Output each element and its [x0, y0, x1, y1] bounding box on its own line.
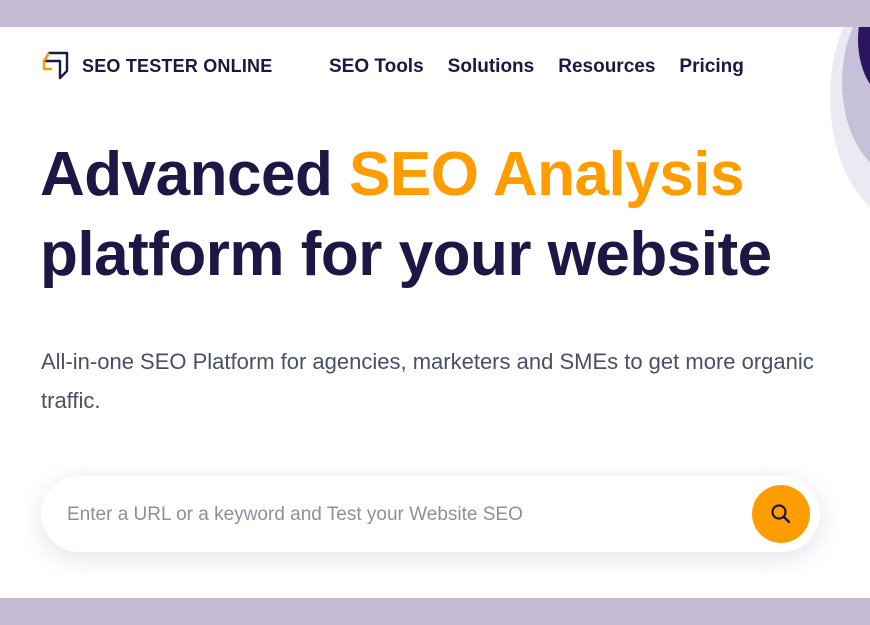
nav-item-resources[interactable]: Resources [558, 56, 655, 78]
page: SEO TESTER ONLINE SEO Tools Solutions Re… [0, 27, 870, 598]
box-arrow-logo-icon [42, 51, 69, 80]
nav-item-pricing[interactable]: Pricing [679, 56, 743, 78]
search-input[interactable] [65, 494, 729, 536]
hero-title-accent: SEO Analysis [349, 140, 744, 209]
top-frame-bar [0, 0, 870, 27]
hero-title: Advanced SEO Analysis platform for your w… [40, 135, 772, 295]
nav-item-seo-tools[interactable]: SEO Tools [329, 56, 424, 78]
search-bar [41, 476, 820, 552]
brand-logo[interactable]: SEO TESTER ONLINE [40, 49, 272, 83]
bottom-frame-bar [0, 598, 870, 625]
main-nav: SEO Tools Solutions Resources Pricing [329, 56, 744, 78]
nav-item-solutions[interactable]: Solutions [448, 56, 535, 78]
search-button[interactable] [752, 485, 810, 543]
search-icon [771, 504, 791, 524]
hero-subtitle: All-in-one SEO Platform for agencies, ma… [41, 349, 814, 413]
site-header: SEO TESTER ONLINE SEO Tools Solutions Re… [0, 27, 870, 107]
hero-title-part2: platform for your website [40, 220, 772, 289]
hero-title-part1: Advanced [40, 140, 350, 209]
brand-name: SEO TESTER ONLINE [82, 55, 273, 76]
